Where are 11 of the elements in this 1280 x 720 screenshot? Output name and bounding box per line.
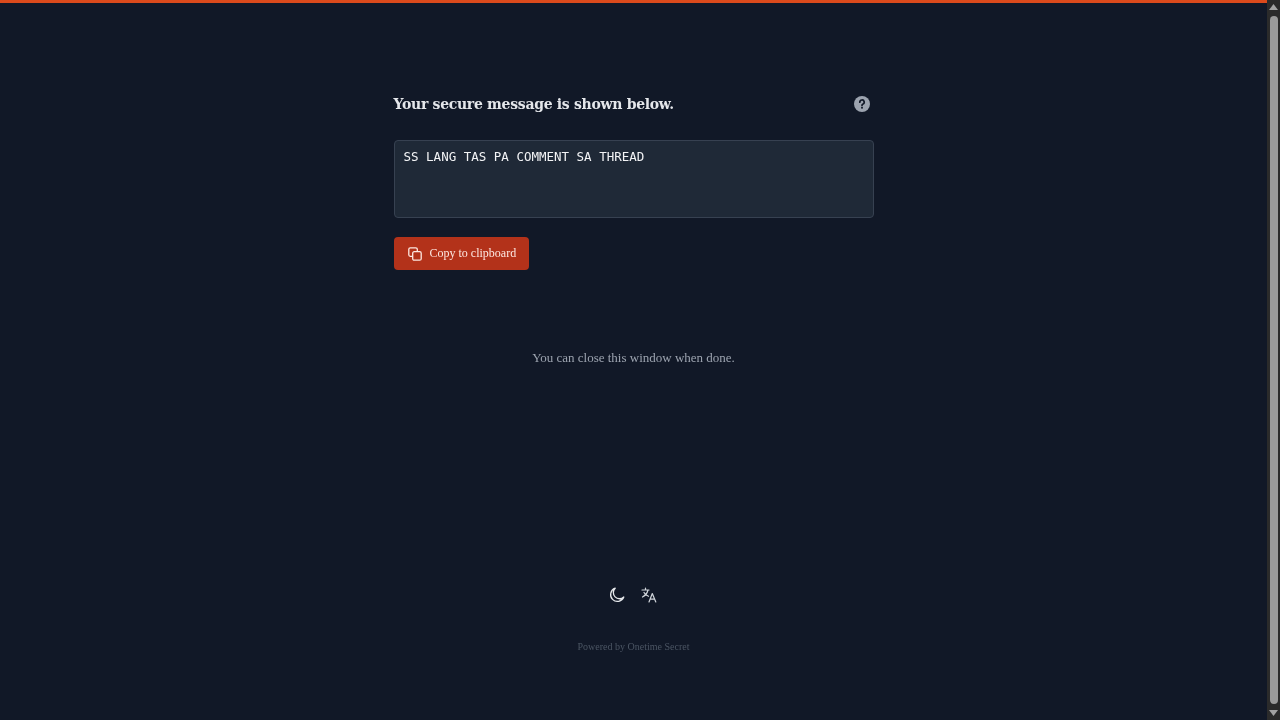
close-window-note: You can close this window when done. xyxy=(532,349,735,367)
scroll-down-icon[interactable] xyxy=(1269,710,1278,716)
page-heading: Your secure message is shown below. xyxy=(393,95,674,114)
copy-button[interactable]: Copy to clipboard xyxy=(393,237,530,270)
help-icon[interactable] xyxy=(853,96,870,112)
copy-icon xyxy=(407,246,422,261)
translate-icon[interactable] xyxy=(641,587,658,603)
scroll-up-icon[interactable] xyxy=(1269,4,1278,10)
scrollbar-thumb[interactable] xyxy=(1269,16,1278,704)
moon-icon[interactable] xyxy=(609,587,626,603)
secret-message-field[interactable]: SS LANG TAS PA COMMENT SA THREAD xyxy=(393,140,874,218)
